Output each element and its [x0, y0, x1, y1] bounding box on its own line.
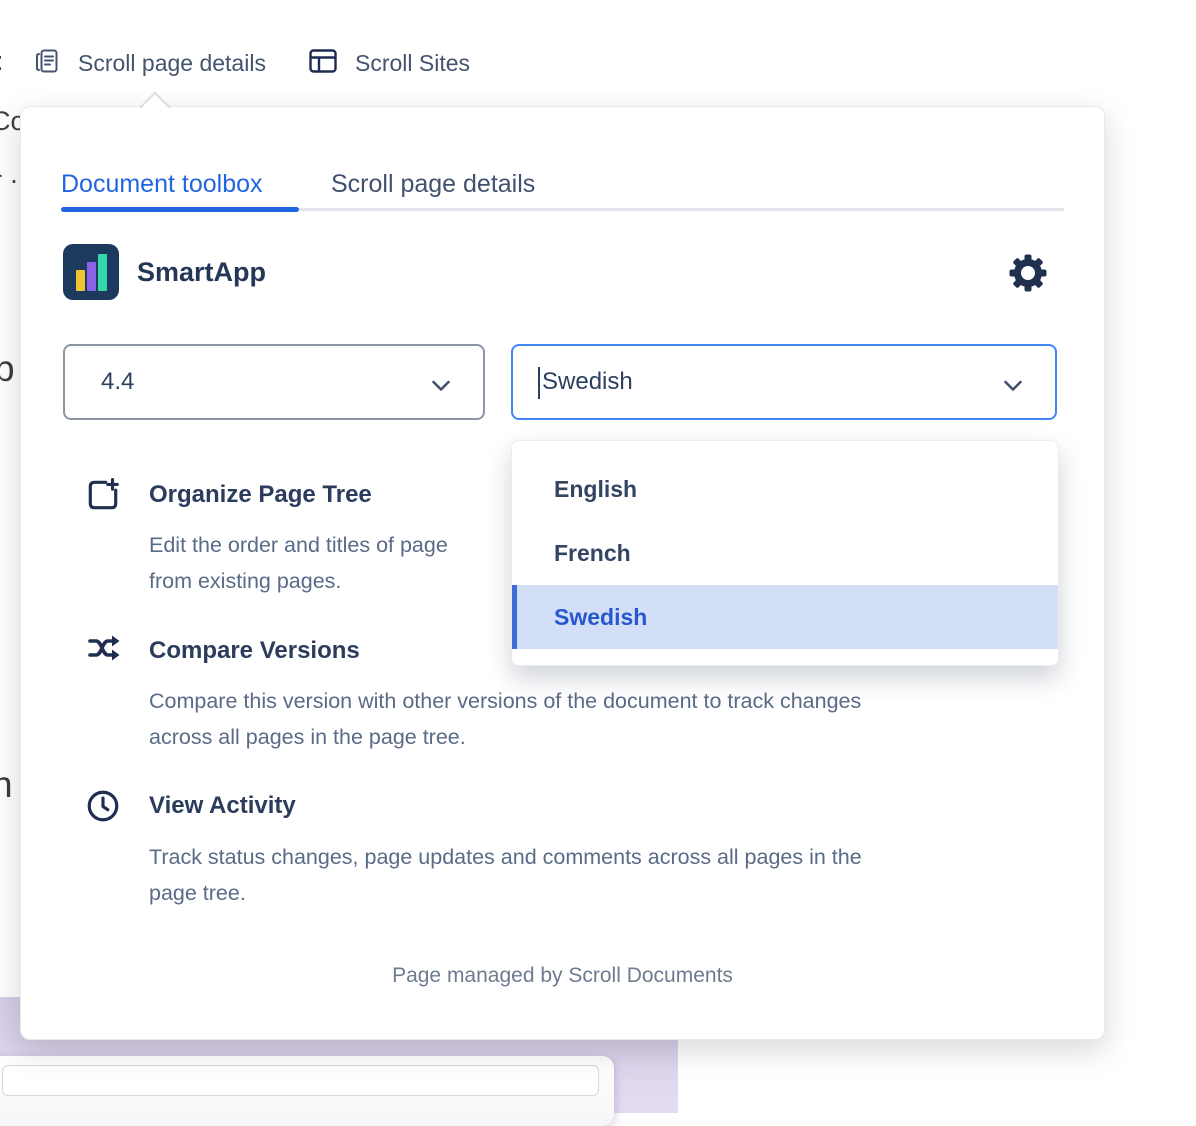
chevron-down-icon: [431, 379, 451, 397]
active-tab-underline: [61, 207, 299, 212]
toolbar-label: Scroll Sites: [355, 50, 470, 77]
feature-description: from existing pages.: [149, 563, 341, 599]
background-editor-input[interactable]: [2, 1065, 599, 1096]
logo-bar-purple: [87, 262, 96, 291]
clock-icon: [85, 788, 121, 829]
gear-icon: [1007, 252, 1049, 294]
scroll-sites-button[interactable]: Scroll Sites: [308, 44, 470, 82]
document-toolbox-popup: Document toolbox Scroll page details Sma…: [20, 106, 1105, 1040]
compare-versions-link[interactable]: Compare Versions: [149, 637, 360, 665]
toolbar-label: Scroll page details: [78, 50, 266, 77]
background-text-fragment: n: [0, 764, 13, 806]
language-dropdown-menu: English French Swedish: [511, 440, 1059, 666]
organize-page-tree-link[interactable]: Organize Page Tree: [149, 481, 372, 509]
logo-bar-yellow: [76, 270, 85, 291]
logo-bar-teal: [98, 254, 107, 291]
background-text-fragment: :: [0, 46, 4, 77]
smartapp-logo: [63, 244, 119, 300]
scroll-page-details-button[interactable]: Scroll page details: [33, 44, 266, 82]
app-title: SmartApp: [137, 257, 266, 288]
view-activity-link[interactable]: View Activity: [149, 792, 296, 820]
text-cursor: [538, 367, 540, 399]
language-option-swedish[interactable]: Swedish: [512, 585, 1058, 649]
version-select[interactable]: 4.4: [63, 344, 485, 420]
language-option-french[interactable]: French: [512, 521, 1058, 585]
feature-description: page tree.: [149, 875, 246, 911]
feature-description: Compare this version with other versions…: [149, 683, 861, 719]
tab-document-toolbox[interactable]: Document toolbox: [61, 170, 263, 199]
feature-description: Edit the order and titles of page: [149, 527, 448, 563]
page-details-icon: [33, 47, 61, 80]
language-select-value: Swedish: [542, 346, 633, 418]
chevron-down-icon: [1003, 379, 1023, 397]
background-text-fragment: p: [0, 348, 15, 390]
feature-description: across all pages in the page tree.: [149, 719, 466, 755]
settings-button[interactable]: [1007, 252, 1049, 294]
language-select[interactable]: Swedish: [511, 344, 1057, 420]
tab-scroll-page-details[interactable]: Scroll page details: [331, 170, 535, 199]
language-option-english[interactable]: English: [512, 457, 1058, 521]
version-select-value: 4.4: [101, 346, 134, 418]
background-text-fragment: r ·: [0, 165, 18, 196]
feature-description: Track status changes, page updates and c…: [149, 839, 862, 875]
page-add-icon: [85, 477, 121, 518]
shuffle-icon: [85, 632, 123, 669]
popup-footer-text: Page managed by Scroll Documents: [21, 964, 1104, 988]
sites-icon: [308, 47, 338, 80]
background-editor-box: [0, 1056, 614, 1126]
